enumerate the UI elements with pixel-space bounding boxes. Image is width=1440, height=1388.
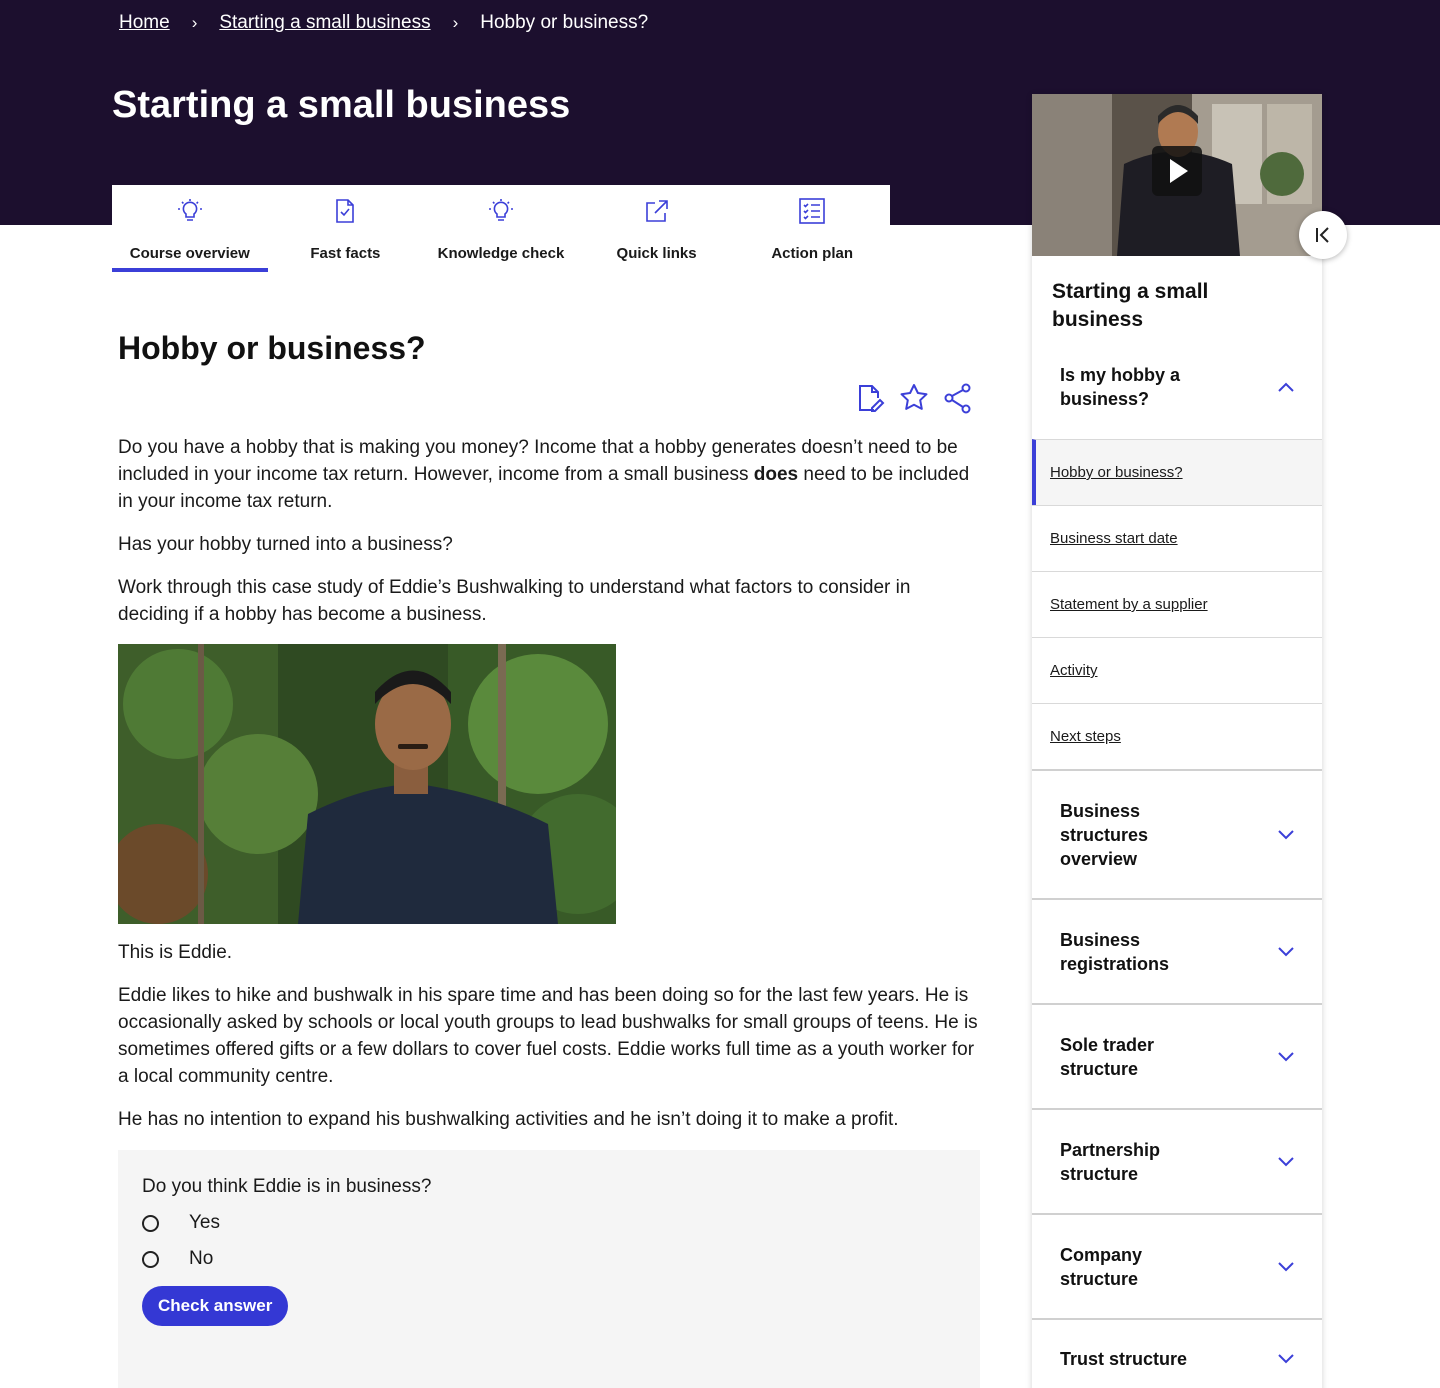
collapse-left-icon: [1316, 227, 1329, 243]
breadcrumb-home-link[interactable]: Home: [119, 12, 170, 34]
tab-label: Action plan: [771, 245, 853, 262]
edit-note-icon[interactable]: [854, 382, 886, 414]
section-label: Business registrations: [1060, 929, 1170, 974]
video-thumbnail[interactable]: [1032, 94, 1322, 256]
course-sidebar: Starting a small business Is my hobby a …: [1032, 94, 1322, 1388]
quiz-question: Do you think Eddie is in business?: [142, 1176, 432, 1197]
section-business-structures-overview[interactable]: Business structures overview: [1032, 769, 1322, 898]
breadcrumb-separator: ›: [452, 13, 459, 32]
article-actions: [854, 382, 974, 414]
chevron-down-icon: [1278, 1156, 1294, 1166]
tab-action-plan[interactable]: Action plan: [734, 185, 890, 272]
sidebar-item-business-start-date[interactable]: Business start date: [1032, 505, 1322, 571]
sidebar-item-statement-by-supplier[interactable]: Statement by a supplier: [1032, 571, 1322, 637]
section-label: Is my hobby a business?: [1060, 364, 1181, 409]
collapse-sidebar-button[interactable]: [1299, 211, 1347, 259]
item-label: Activity: [1050, 662, 1098, 679]
breadcrumb: Home › Starting a small business › Hobby…: [119, 12, 648, 34]
tab-label: Fast facts: [310, 245, 381, 262]
share-icon[interactable]: [942, 382, 974, 414]
article-heading: Hobby or business?: [118, 330, 426, 366]
tab-label: Course overview: [129, 245, 250, 262]
lightbulb-icon: [488, 199, 513, 221]
breadcrumb-separator: ›: [191, 13, 198, 32]
tab-label: Knowledge check: [437, 245, 565, 262]
section-business-registrations[interactable]: Business registrations: [1032, 898, 1322, 1003]
eddie-photo: [118, 644, 616, 924]
star-icon[interactable]: [898, 382, 930, 414]
page-title: Starting a small business: [112, 84, 571, 126]
paragraph: Work through this case study of Eddie’s …: [118, 577, 911, 625]
tab-quick-links[interactable]: Quick links: [579, 185, 735, 272]
item-label: Hobby or business?: [1050, 464, 1183, 481]
article-body: Do you have a hobby that is making you m…: [118, 434, 980, 1149]
check-answer-button[interactable]: Check answer: [142, 1286, 289, 1326]
photo-caption: This is Eddie.: [118, 942, 233, 963]
section-partnership-structure[interactable]: Partnership structure: [1032, 1108, 1322, 1213]
section-company-structure[interactable]: Company structure: [1032, 1213, 1322, 1318]
bold-text: does: [753, 464, 799, 485]
chevron-up-icon: [1278, 382, 1294, 392]
answer-option-no[interactable]: No: [142, 1248, 956, 1270]
sidebar-item-activity[interactable]: Activity: [1032, 637, 1322, 703]
breadcrumb-current: Hobby or business?: [480, 12, 649, 33]
option-label: Yes: [189, 1212, 220, 1233]
quiz-box: Do you think Eddie is in business? Yes N…: [118, 1150, 980, 1388]
tab-label: Quick links: [616, 245, 697, 262]
item-label: Statement by a supplier: [1050, 596, 1208, 613]
course-tabs: Course overview Fast facts Knowledge che…: [112, 185, 890, 272]
breadcrumb-parent-link[interactable]: Starting a small business: [219, 12, 430, 34]
sidebar-title: Starting a small business: [1052, 280, 1209, 331]
section-label: Trust structure: [1060, 1349, 1188, 1369]
paragraph: Eddie likes to hike and bushwalk in his …: [118, 985, 978, 1087]
chevron-down-icon: [1278, 946, 1294, 956]
tab-knowledge-check[interactable]: Knowledge check: [423, 185, 579, 272]
section-label: Sole trader structure: [1060, 1034, 1155, 1079]
chevron-down-icon: [1278, 1354, 1294, 1364]
checklist-icon: [799, 198, 825, 224]
lightbulb-icon: [177, 199, 202, 221]
chevron-down-icon: [1278, 1261, 1294, 1271]
chevron-down-icon: [1278, 1051, 1294, 1061]
section-sole-trader-structure[interactable]: Sole trader structure: [1032, 1003, 1322, 1108]
sidebar-item-next-steps[interactable]: Next steps: [1032, 703, 1322, 769]
section-trust-structure[interactable]: Trust structure: [1032, 1318, 1322, 1388]
paragraph: He has no intention to expand his bushwa…: [118, 1109, 899, 1130]
item-label: Business start date: [1050, 530, 1178, 547]
option-label: No: [189, 1248, 214, 1269]
tab-course-overview[interactable]: Course overview: [112, 185, 268, 272]
sidebar-item-hobby-or-business[interactable]: Hobby or business?: [1032, 439, 1322, 505]
chevron-down-icon: [1278, 829, 1294, 839]
section-label: Company structure: [1060, 1244, 1143, 1289]
main-content: Hobby or business? Do you have a hobby t…: [118, 330, 980, 1130]
radio-button[interactable]: [142, 1250, 159, 1268]
paragraph: Do you have a hobby that is making you m…: [118, 434, 980, 515]
paragraph: Has your hobby turned into a business?: [118, 534, 453, 555]
section-label: Business structures overview: [1060, 800, 1149, 869]
document-check-icon: [336, 199, 355, 223]
section-is-my-hobby-a-business[interactable]: Is my hobby a business?: [1032, 334, 1322, 439]
answer-option-yes[interactable]: Yes: [142, 1212, 956, 1234]
external-link-icon: [645, 200, 668, 222]
item-label: Next steps: [1050, 728, 1121, 745]
section-label: Partnership structure: [1060, 1139, 1161, 1184]
tab-fast-facts[interactable]: Fast facts: [268, 185, 424, 272]
radio-button[interactable]: [142, 1214, 159, 1232]
